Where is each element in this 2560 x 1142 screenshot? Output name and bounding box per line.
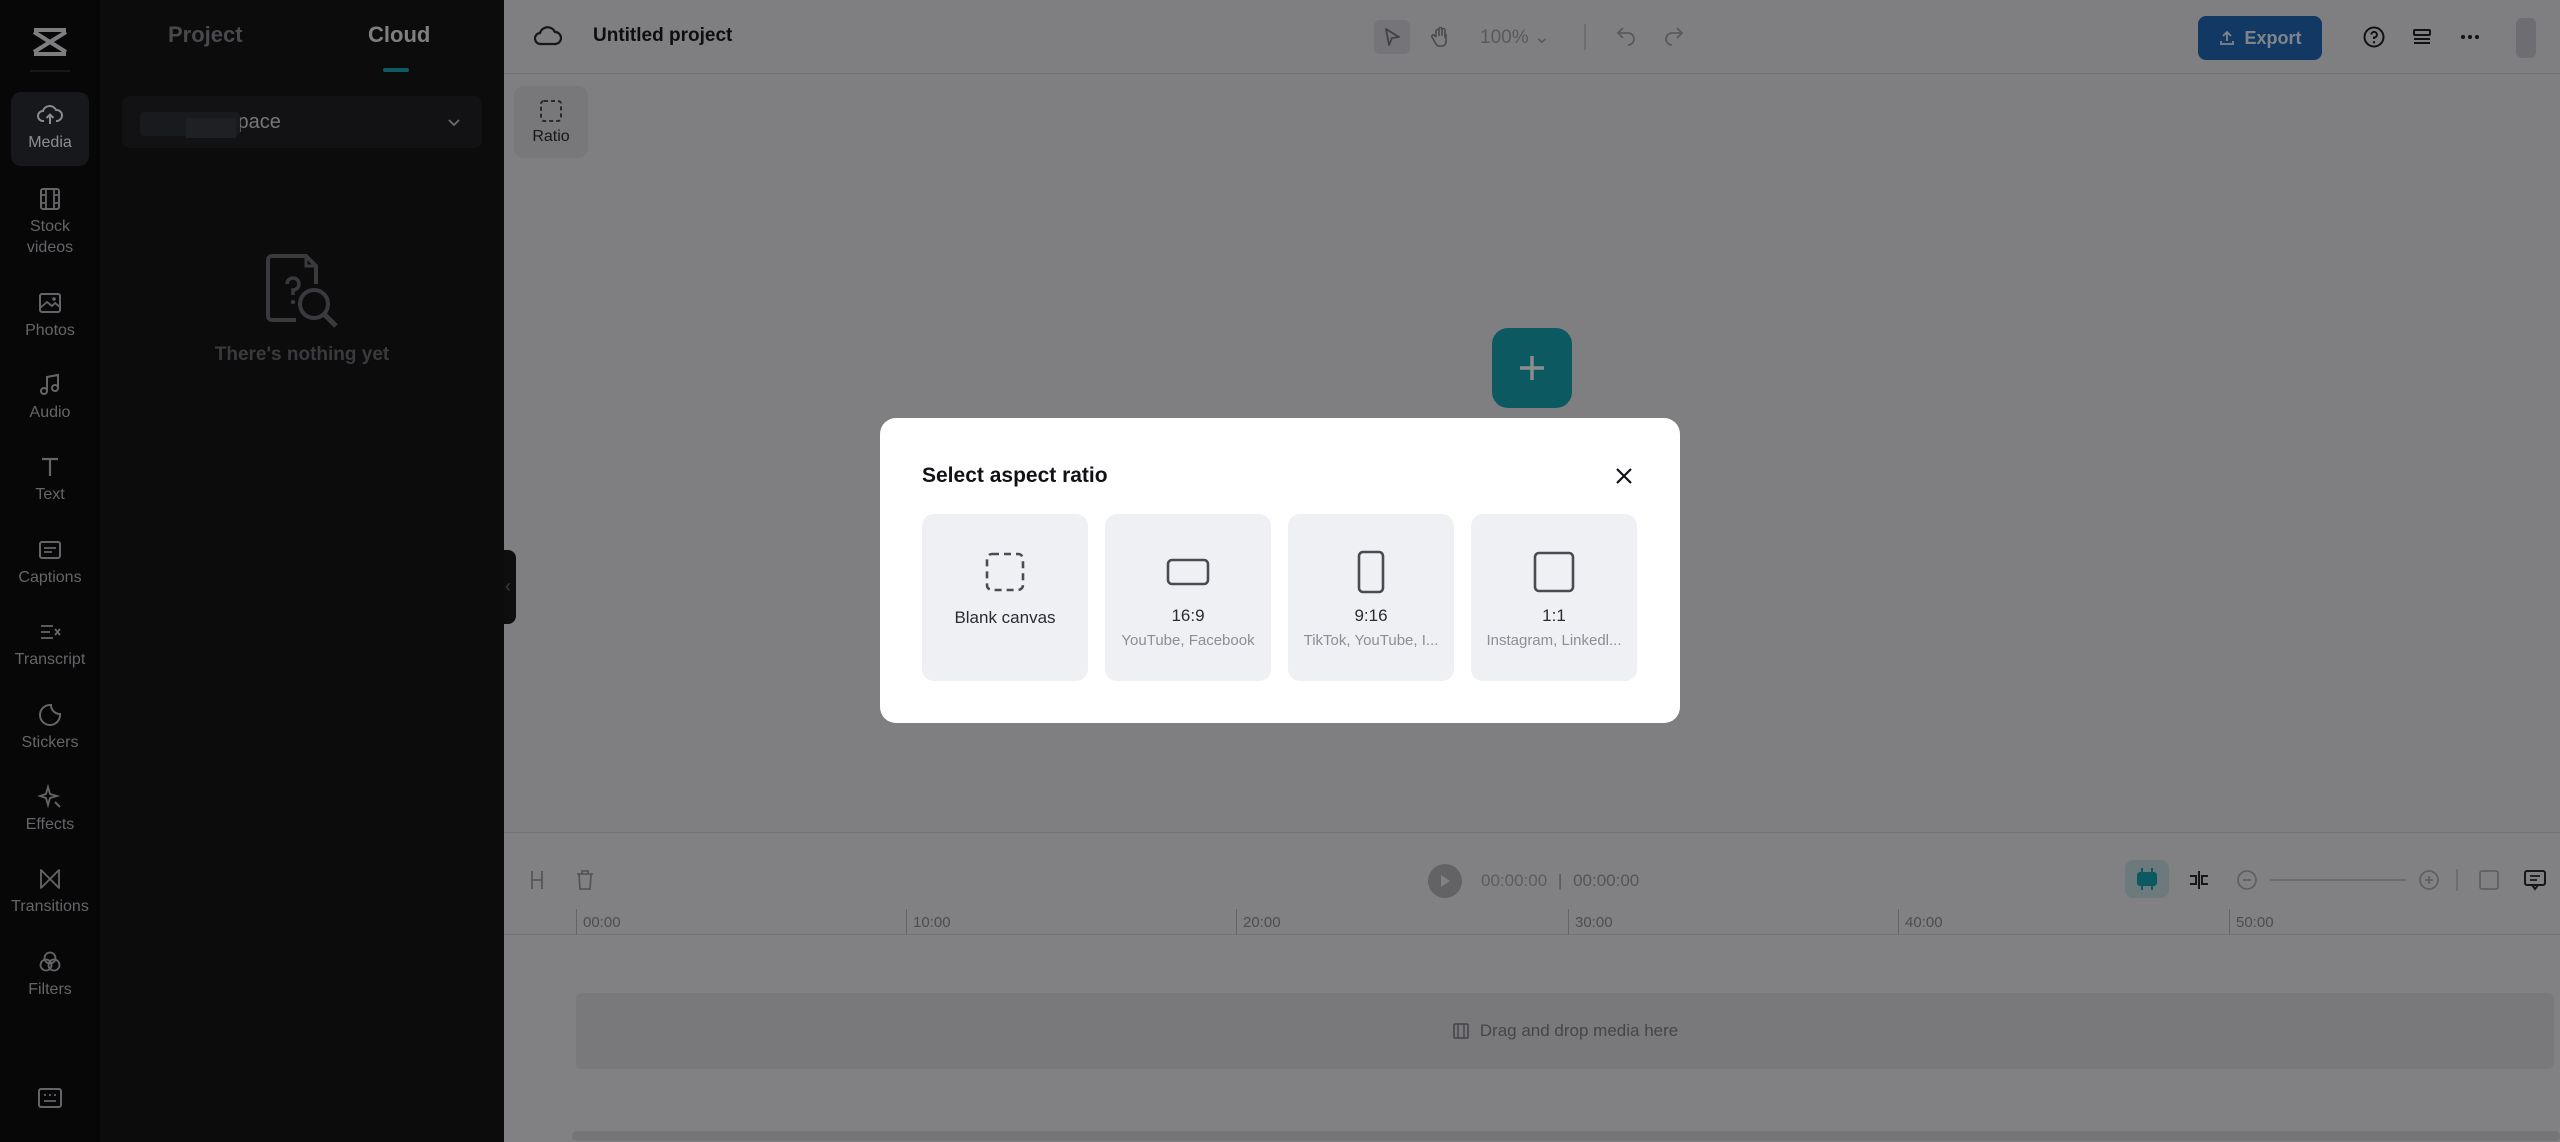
close-button[interactable] [1608, 460, 1640, 492]
option-platforms: Instagram, Linkedl... [1486, 632, 1622, 649]
option-16-9[interactable]: 16:9 YouTube, Facebook [1105, 514, 1271, 681]
aspect-ratio-dialog: Select aspect ratio Blank canvas 16:9 Yo… [880, 418, 1680, 723]
option-name: 1:1 [1542, 606, 1566, 625]
landscape-frame-icon [1166, 558, 1210, 586]
option-name: Blank canvas [954, 608, 1056, 627]
option-blank-canvas[interactable]: Blank canvas [922, 514, 1088, 681]
option-name: 16:9 [1171, 606, 1205, 625]
option-platforms: YouTube, Facebook [1121, 632, 1255, 649]
option-1-1[interactable]: 1:1 Instagram, Linkedl... [1471, 514, 1637, 681]
close-icon [1616, 468, 1632, 484]
option-name: 9:16 [1354, 606, 1388, 625]
option-platforms: TikTok, YouTube, I... [1303, 632, 1439, 649]
option-9-16[interactable]: 9:16 TikTok, YouTube, I... [1288, 514, 1454, 681]
portrait-frame-icon [1357, 550, 1385, 594]
square-frame-icon [1533, 551, 1575, 593]
dashed-frame-icon [985, 552, 1025, 592]
dialog-title: Select aspect ratio [922, 464, 1108, 487]
